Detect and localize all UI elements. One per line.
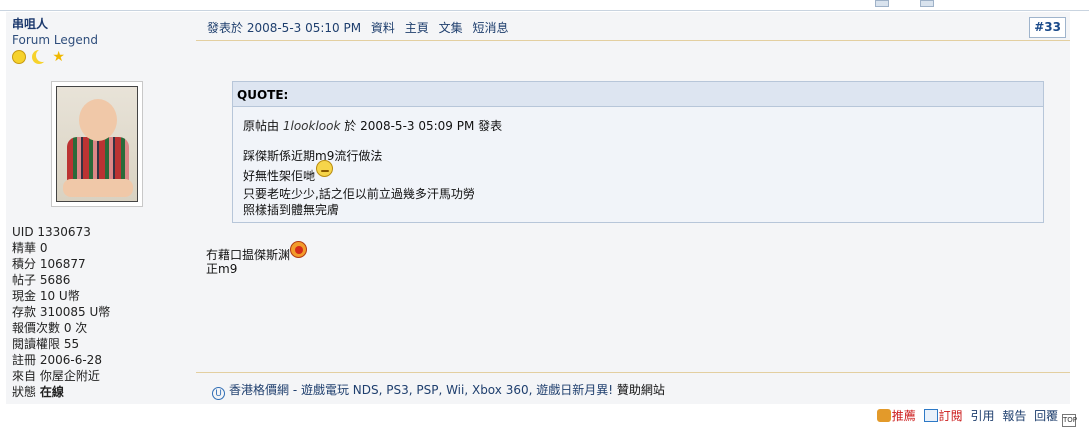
message-line: 正m9 bbox=[206, 262, 238, 276]
quote-line: 照樣插到體無完膚 bbox=[243, 203, 340, 217]
stat-row-digest: 精華 0 bbox=[12, 241, 48, 255]
report-button[interactable]: 報告 bbox=[1002, 409, 1026, 423]
stat-row-cash: 現金 10 U幣 bbox=[12, 289, 80, 303]
stat-row-read-permission: 閱讀權限 55 bbox=[12, 337, 80, 351]
author-stats: UID 1330673 精華 0 積分 106877 帖子 5686 現金 10… bbox=[12, 224, 110, 400]
post-actions-bar: 推薦 訂閱 引用 報告 回覆 TOP bbox=[0, 404, 1089, 427]
sponsor-text: 贊助網站 bbox=[616, 383, 665, 397]
post-actions: 推薦 訂閱 引用 報告 回覆 TOP bbox=[873, 407, 1077, 427]
quote-line: 好無性架佢哋 bbox=[243, 160, 502, 186]
author-sidebar: 串咀人 Forum Legend ★ UID 1330673 精華 0 積分 1… bbox=[6, 12, 196, 404]
smirk-emoticon-icon bbox=[316, 160, 334, 177]
subscribe-action[interactable]: 訂閱 bbox=[923, 409, 963, 423]
toolbar-fragment-icon bbox=[920, 0, 934, 7]
stat-row-posts: 帖子 5686 bbox=[12, 273, 71, 287]
smiley-icon bbox=[12, 49, 26, 64]
subscribe-icon bbox=[923, 409, 938, 422]
message-line: 冇藉口揾傑斯渊 bbox=[206, 241, 308, 262]
quote-origin: 原帖由 1looklook 於 2008-5-3 05:09 PM 發表 bbox=[243, 119, 503, 133]
moon-icon bbox=[31, 48, 49, 64]
quote-block: QUOTE: 原帖由 1looklook 於 2008-5-3 05:09 PM… bbox=[232, 81, 1044, 223]
recommend-icon bbox=[876, 409, 891, 422]
angry-emoticon-icon bbox=[290, 241, 308, 258]
post-header: 發表於 2008-5-3 05:10 PM 資料 主頁 文集 短消息 #33 bbox=[196, 12, 1070, 41]
stat-row-from: 來自 你屋企附近 bbox=[12, 369, 100, 383]
post-message: 冇藉口揾傑斯渊 正m9 bbox=[206, 241, 308, 277]
cite-button[interactable]: 引用 bbox=[970, 409, 994, 423]
author-name[interactable]: 串咀人 bbox=[12, 15, 48, 32]
reply-button[interactable]: 回覆 bbox=[1034, 409, 1058, 423]
quote-line: 只要老咗少少,話之佢以前立過幾多汗馬功勞 bbox=[243, 187, 475, 201]
u-logo-icon: U bbox=[212, 387, 225, 400]
avatar bbox=[51, 81, 143, 207]
signature: U 香港格價網 - 遊戲電玩 NDS, PS3, PSP, Wii, Xbox 3… bbox=[212, 381, 665, 400]
quote-line: 踩傑斯係近期m9流行做法 bbox=[243, 149, 383, 163]
signature-link[interactable]: 香港格價網 - 遊戲電玩 NDS, PS3, PSP, Wii, Xbox 36… bbox=[229, 383, 613, 397]
profile-link[interactable]: 資料 bbox=[371, 21, 395, 35]
private-message-link[interactable]: 短消息 bbox=[472, 21, 508, 35]
avatar-image bbox=[56, 86, 138, 202]
post-meta: 發表於 2008-5-3 05:10 PM 資料 主頁 文集 短消息 bbox=[207, 19, 508, 36]
forum-post: 串咀人 Forum Legend ★ UID 1330673 精華 0 積分 1… bbox=[0, 0, 1089, 427]
post-number[interactable]: #33 bbox=[1029, 17, 1066, 38]
homepage-link[interactable]: 主頁 bbox=[405, 21, 429, 35]
stat-row-deposit: 存款 310085 U幣 bbox=[12, 305, 111, 319]
top-strip bbox=[0, 0, 1089, 11]
star-icon: ★ bbox=[52, 48, 65, 65]
signature-divider bbox=[196, 372, 1070, 373]
author-rank: Forum Legend bbox=[12, 33, 98, 47]
articles-link[interactable]: 文集 bbox=[439, 21, 463, 35]
quote-label: QUOTE: bbox=[237, 88, 289, 102]
back-to-top-icon[interactable]: TOP bbox=[1062, 414, 1077, 427]
stat-row-points: 積分 106877 bbox=[12, 257, 86, 271]
quote-body: 原帖由 1looklook 於 2008-5-3 05:09 PM 發表 踩傑斯… bbox=[243, 118, 502, 218]
recommend-action[interactable]: 推薦 bbox=[876, 409, 916, 423]
stat-row-status: 狀態 在線 bbox=[12, 385, 64, 399]
quoted-user[interactable]: 1looklook bbox=[283, 119, 341, 133]
post-content-panel: 發表於 2008-5-3 05:10 PM 資料 主頁 文集 短消息 #33 Q… bbox=[196, 12, 1070, 404]
stat-row-registered: 註冊 2006-6-28 bbox=[12, 353, 102, 367]
stat-row-uid: UID 1330673 bbox=[12, 225, 91, 239]
post-timestamp: 發表於 2008-5-3 05:10 PM bbox=[207, 21, 362, 35]
rank-icons: ★ bbox=[12, 48, 68, 65]
stat-row-quotes: 報價次數 0 次 bbox=[12, 321, 88, 335]
toolbar-fragment-icon bbox=[875, 0, 889, 7]
quote-header: QUOTE: bbox=[233, 82, 1043, 107]
